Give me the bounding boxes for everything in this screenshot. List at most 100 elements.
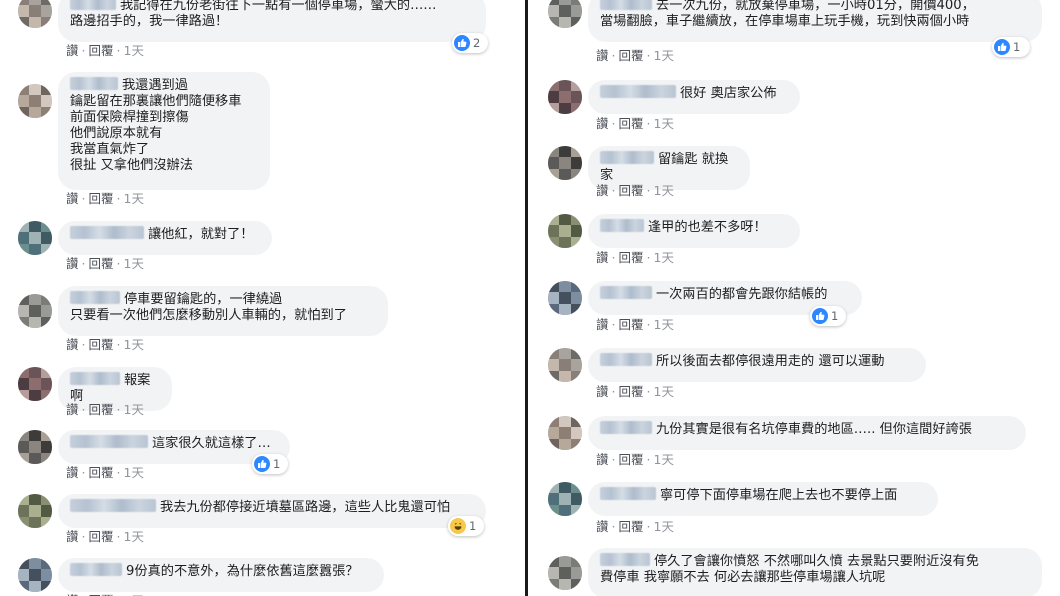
avatar[interactable] xyxy=(548,281,582,315)
separator-dot: · xyxy=(81,402,86,417)
author-name-redacted[interactable] xyxy=(600,0,652,10)
author-name-redacted[interactable] xyxy=(600,353,652,366)
like-link[interactable]: 讚 xyxy=(66,530,79,544)
reply-link[interactable]: 回覆 xyxy=(89,466,114,480)
reply-link[interactable]: 回覆 xyxy=(89,44,114,58)
like-link[interactable]: 讚 xyxy=(596,453,609,467)
like-link[interactable]: 讚 xyxy=(596,49,609,63)
author-name-redacted[interactable] xyxy=(70,291,120,304)
reaction-count: 2 xyxy=(473,36,481,50)
timestamp-link[interactable]: 1天 xyxy=(124,44,144,58)
separator-dot: · xyxy=(116,191,121,206)
author-name-redacted[interactable] xyxy=(600,421,652,434)
comment-text: 讓他紅，就對了！ xyxy=(148,227,254,242)
timestamp-link[interactable]: 1天 xyxy=(124,257,144,271)
timestamp-link[interactable]: 1天 xyxy=(124,403,144,417)
timestamp-link[interactable]: 1天 xyxy=(654,385,674,399)
author-name-redacted[interactable] xyxy=(70,372,120,385)
reply-link[interactable]: 回覆 xyxy=(619,251,644,265)
like-link[interactable]: 讚 xyxy=(66,257,79,271)
like-link[interactable]: 讚 xyxy=(596,184,609,198)
author-name-redacted[interactable] xyxy=(70,499,156,512)
reaction-count-badge[interactable]: 1 xyxy=(448,516,484,536)
separator-dot: · xyxy=(611,317,616,332)
reply-link[interactable]: 回覆 xyxy=(89,530,114,544)
like-link[interactable]: 讚 xyxy=(596,385,609,399)
avatar[interactable] xyxy=(548,482,582,516)
timestamp-link[interactable]: 1天 xyxy=(124,338,144,352)
avatar[interactable] xyxy=(548,214,582,248)
like-link[interactable]: 讚 xyxy=(66,44,79,58)
avatar[interactable] xyxy=(18,430,52,464)
reaction-count: 1 xyxy=(469,519,477,533)
author-name-redacted[interactable] xyxy=(600,553,650,566)
reaction-count-badge[interactable]: 1 xyxy=(992,37,1030,57)
like-link[interactable]: 讚 xyxy=(596,117,609,131)
reply-link[interactable]: 回覆 xyxy=(89,338,114,352)
like-link[interactable]: 讚 xyxy=(596,520,609,534)
reply-link[interactable]: 回覆 xyxy=(619,520,644,534)
reply-link[interactable]: 回覆 xyxy=(89,257,114,271)
like-link[interactable]: 讚 xyxy=(596,318,609,332)
comment-text: 我記得在九份老街往下一點有一個停車場，蠻大的…… 路邊招手的，我一律路過！ xyxy=(70,0,437,29)
timestamp-link[interactable]: 1天 xyxy=(654,520,674,534)
avatar[interactable] xyxy=(548,0,582,28)
author-name-redacted[interactable] xyxy=(600,219,644,232)
like-link[interactable]: 讚 xyxy=(596,251,609,265)
comment-actions: 讚·回覆·1天 xyxy=(596,49,674,63)
author-name-redacted[interactable] xyxy=(70,563,122,576)
reply-link[interactable]: 回覆 xyxy=(619,318,644,332)
avatar[interactable] xyxy=(18,84,52,118)
avatar[interactable] xyxy=(18,558,52,592)
like-link[interactable]: 讚 xyxy=(66,338,79,352)
author-name-redacted[interactable] xyxy=(70,0,116,10)
avatar[interactable] xyxy=(548,348,582,382)
like-link[interactable]: 讚 xyxy=(66,192,79,206)
timestamp-link[interactable]: 1天 xyxy=(654,251,674,265)
avatar[interactable] xyxy=(18,294,52,328)
like-link[interactable]: 讚 xyxy=(66,403,79,417)
author-name-redacted[interactable] xyxy=(600,151,654,164)
timestamp-link[interactable]: 1天 xyxy=(654,117,674,131)
avatar[interactable] xyxy=(548,416,582,450)
reply-link[interactable]: 回覆 xyxy=(619,49,644,63)
comment-actions: 讚·回覆·1天 xyxy=(596,318,674,332)
avatar[interactable] xyxy=(548,146,582,180)
reply-link[interactable]: 回覆 xyxy=(619,117,644,131)
comment-bubble: 停車要留鑰匙的，一律繞過 只要看一次他們怎麼移動別人車輛的，就怕到了 xyxy=(58,286,388,336)
comment-text: 這家很久就這樣了… xyxy=(152,436,271,451)
avatar[interactable] xyxy=(548,556,582,590)
reply-link[interactable]: 回覆 xyxy=(89,403,114,417)
timestamp-link[interactable]: 1天 xyxy=(124,530,144,544)
avatar[interactable] xyxy=(18,0,52,28)
like-link[interactable]: 讚 xyxy=(66,466,79,480)
reply-link[interactable]: 回覆 xyxy=(619,385,644,399)
timestamp-link[interactable]: 1天 xyxy=(654,184,674,198)
avatar[interactable] xyxy=(18,494,52,528)
reaction-count-badge[interactable]: 1 xyxy=(252,454,288,474)
comment-bubble: 去一次九份，就放棄停車場，一小時01分，開價400， 當場翻臉，車子繼續放，在停… xyxy=(588,0,1042,42)
comment-bubble: 九份其實是很有名坑停車費的地區….. 但你這間好誇張 xyxy=(588,416,1026,450)
comment-text: 所以後面去都停很遠用走的 還可以運動 xyxy=(656,354,885,369)
reply-link[interactable]: 回覆 xyxy=(619,184,644,198)
timestamp-link[interactable]: 1天 xyxy=(124,466,144,480)
timestamp-link[interactable]: 1天 xyxy=(654,49,674,63)
author-name-redacted[interactable] xyxy=(600,286,652,299)
timestamp-link[interactable]: 1天 xyxy=(654,318,674,332)
avatar[interactable] xyxy=(548,80,582,114)
reaction-count-badge[interactable]: 2 xyxy=(452,33,488,53)
avatar[interactable] xyxy=(18,367,52,401)
author-name-redacted[interactable] xyxy=(600,487,656,500)
reaction-count-badge[interactable]: 1 xyxy=(810,306,846,326)
comment-bubble: 很好 奧店家公佈 xyxy=(588,80,800,114)
author-name-redacted[interactable] xyxy=(600,85,676,98)
author-name-redacted[interactable] xyxy=(70,77,118,90)
reply-link[interactable]: 回覆 xyxy=(89,192,114,206)
timestamp-link[interactable]: 1天 xyxy=(124,192,144,206)
avatar[interactable] xyxy=(18,221,52,255)
reply-link[interactable]: 回覆 xyxy=(619,453,644,467)
separator-dot: · xyxy=(646,384,651,399)
author-name-redacted[interactable] xyxy=(70,435,148,448)
author-name-redacted[interactable] xyxy=(70,226,144,239)
timestamp-link[interactable]: 1天 xyxy=(654,453,674,467)
